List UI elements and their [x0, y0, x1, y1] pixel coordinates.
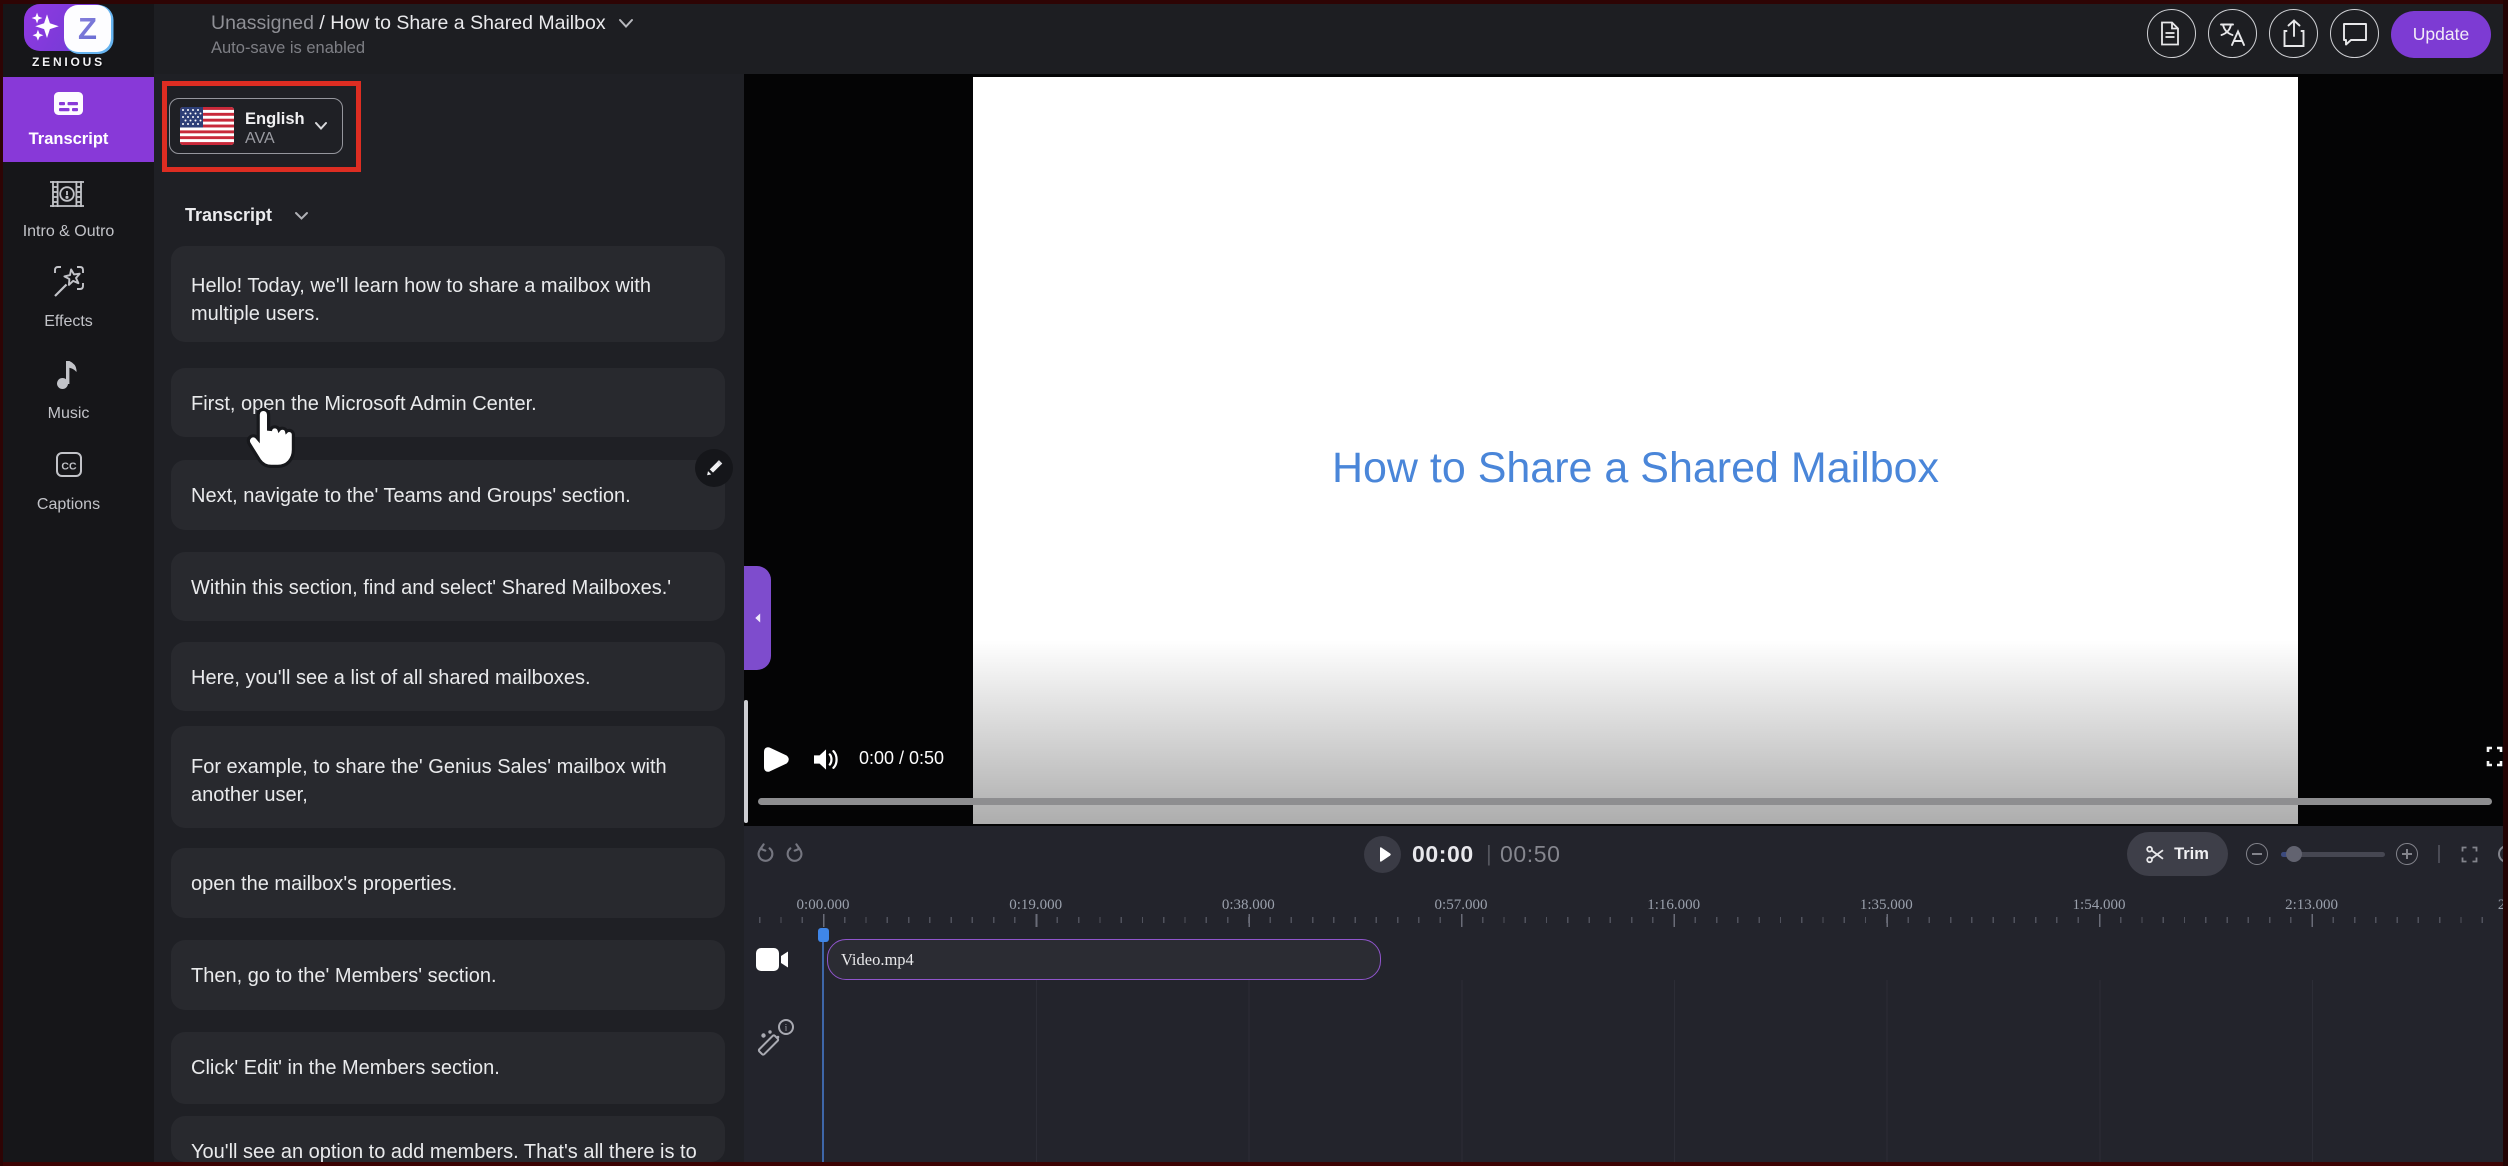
svg-text:CC: CC — [61, 461, 77, 473]
svg-text:i: i — [785, 1023, 788, 1033]
